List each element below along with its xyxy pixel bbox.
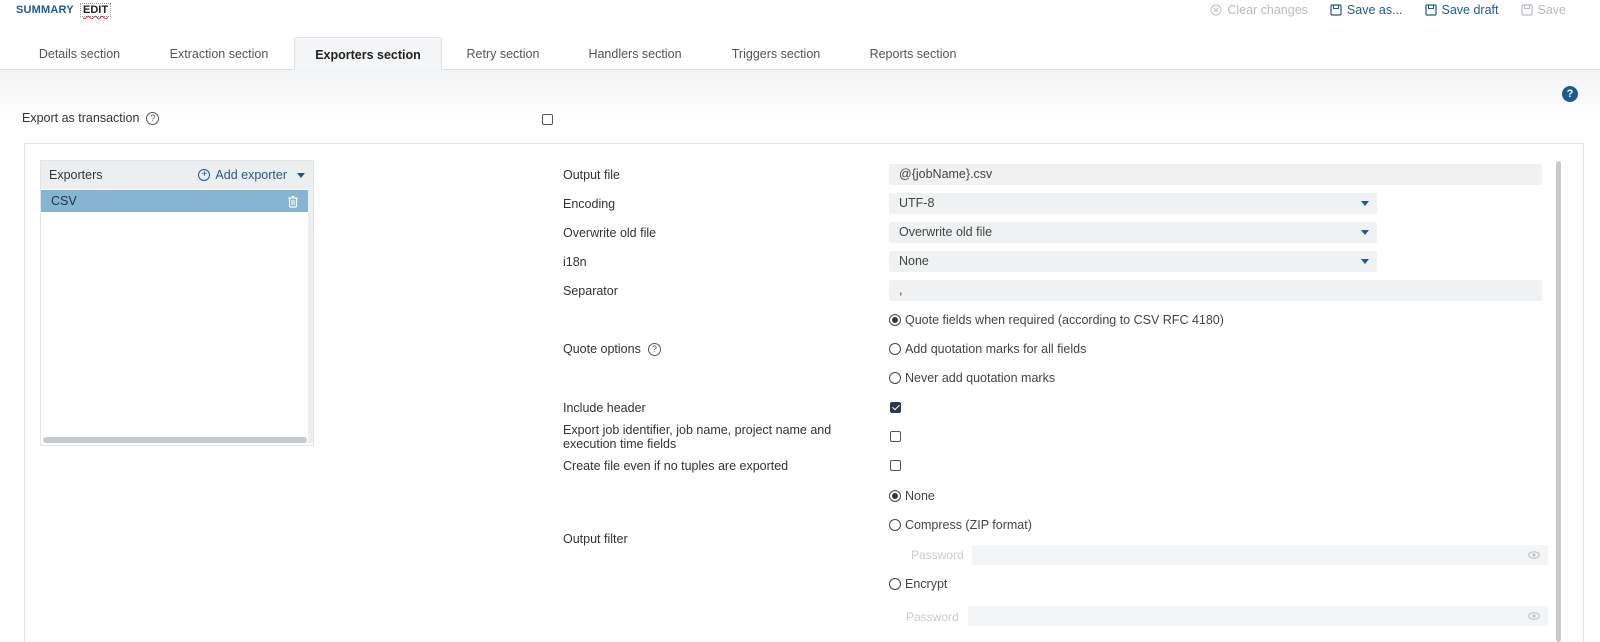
exporter-item-csv[interactable]: CSV — [41, 190, 309, 212]
i18n-select[interactable]: None — [889, 251, 1377, 272]
question-icon[interactable]: ? — [647, 342, 661, 356]
quote-option-never[interactable]: Never add quotation marks — [889, 371, 1055, 385]
section-tabs: Details section Extraction section Expor… — [0, 37, 1600, 71]
encoding-label: Encoding — [563, 197, 616, 211]
summary-mode-link[interactable]: SUMMARY — [16, 4, 74, 16]
radio-selected-icon — [889, 314, 901, 326]
help-icon[interactable]: ? — [1562, 86, 1578, 102]
quote-option-label: Never add quotation marks — [905, 371, 1056, 385]
separator-input[interactable]: , — [889, 280, 1542, 301]
export-as-transaction-label: Export as transaction — [22, 111, 140, 125]
quote-options-label: Quote options — [563, 342, 641, 356]
output-filter-compress[interactable]: Compress (ZIP format) — [889, 518, 1032, 532]
save-as-label: Save as... — [1346, 3, 1403, 17]
quote-options-label-row: Quote options ? — [563, 342, 661, 356]
separator-label: Separator — [563, 284, 618, 298]
output-filter-option-label: None — [905, 489, 935, 503]
i18n-label: i18n — [563, 255, 587, 269]
export-as-transaction-checkbox[interactable] — [542, 114, 553, 125]
save-draft-icon — [1424, 4, 1437, 16]
quote-option-all-fields[interactable]: Add quotation marks for all fields — [889, 342, 1086, 356]
exporters-title: Exporters — [49, 168, 103, 182]
tab-triggers[interactable]: Triggers section — [716, 37, 836, 70]
include-header-label: Include header — [563, 401, 646, 415]
encrypt-password-input[interactable] — [968, 606, 1548, 626]
compress-password-input[interactable] — [972, 545, 1548, 565]
i18n-value: None — [899, 254, 929, 268]
clear-changes-button[interactable]: Clear changes — [1210, 3, 1308, 17]
output-filter-encrypt[interactable]: Encrypt — [889, 577, 947, 591]
question-icon[interactable]: ? — [146, 111, 160, 125]
export-job-fields-label: Export job identifier, job name, project… — [563, 423, 832, 451]
panel-vertical-scrollbar[interactable] — [1556, 161, 1561, 642]
chevron-down-icon — [1361, 230, 1369, 235]
encoding-value: UTF-8 — [899, 196, 935, 210]
content-header-background — [0, 70, 1600, 120]
compress-password-label: Password — [911, 548, 964, 562]
exporters-list-horizontal-scrollbar[interactable] — [43, 437, 307, 443]
chevron-down-icon — [297, 172, 305, 178]
add-circle-icon: + — [198, 169, 211, 181]
edit-mode-link[interactable]: EDIT — [80, 3, 112, 17]
radio-icon — [889, 343, 901, 355]
trash-icon[interactable] — [287, 195, 299, 208]
output-filter-none[interactable]: None — [889, 489, 935, 503]
chevron-down-icon — [1361, 201, 1369, 206]
quote-option-when-required[interactable]: Quote fields when required (according to… — [889, 313, 1224, 327]
output-filter-option-label: Encrypt — [905, 577, 948, 591]
save-draft-button[interactable]: Save draft — [1424, 3, 1499, 17]
add-exporter-button[interactable]: + Add exporter — [198, 168, 305, 182]
overwrite-value: Overwrite old file — [899, 225, 993, 239]
encoding-select[interactable]: UTF-8 — [889, 193, 1377, 214]
exporters-list-header: Exporters + Add exporter — [41, 161, 313, 189]
tab-exporters[interactable]: Exporters section — [294, 37, 442, 71]
tab-handlers[interactable]: Handlers section — [575, 37, 695, 70]
quote-option-label: Quote fields when required (according to… — [905, 313, 1224, 327]
export-job-fields-checkbox[interactable] — [890, 431, 901, 442]
tab-details[interactable]: Details section — [22, 37, 137, 70]
exporters-list: Exporters + Add exporter CSV — [40, 160, 314, 446]
clear-changes-label: Clear changes — [1227, 3, 1308, 17]
add-exporter-label: Add exporter — [215, 168, 287, 182]
tab-extraction[interactable]: Extraction section — [155, 37, 283, 70]
clear-icon — [1210, 4, 1222, 16]
chevron-down-icon — [1361, 259, 1369, 264]
top-bar: SUMMARY EDIT Clear changes Save as... Sa… — [0, 0, 1600, 22]
export-as-transaction-row: Export as transaction ? — [22, 111, 160, 125]
output-file-label: Output file — [563, 168, 620, 182]
radio-icon — [889, 578, 901, 590]
tab-reports[interactable]: Reports section — [858, 37, 968, 70]
save-draft-label: Save draft — [1441, 3, 1499, 17]
save-label: Save — [1537, 3, 1567, 17]
exporter-item-label: CSV — [51, 194, 77, 208]
tab-retry[interactable]: Retry section — [456, 37, 550, 70]
eye-icon[interactable] — [1528, 551, 1540, 559]
overwrite-select[interactable]: Overwrite old file — [889, 222, 1377, 243]
output-filter-label: Output filter — [563, 532, 628, 546]
quote-option-label: Add quotation marks for all fields — [905, 342, 1087, 356]
radio-icon — [889, 372, 901, 384]
include-header-checkbox[interactable] — [890, 402, 901, 413]
radio-icon — [889, 519, 901, 531]
save-button[interactable]: Save — [1520, 3, 1567, 17]
save-as-button[interactable]: Save as... — [1330, 3, 1403, 17]
output-file-input[interactable]: @{jobName}.csv — [889, 164, 1542, 185]
radio-selected-icon — [889, 490, 901, 502]
exporters-list-vertical-scrollbar[interactable] — [308, 190, 313, 443]
eye-icon[interactable] — [1528, 612, 1540, 620]
save-icon — [1520, 4, 1533, 16]
create-file-empty-checkbox[interactable] — [890, 460, 901, 471]
output-filter-option-label: Compress (ZIP format) — [905, 518, 1032, 532]
overwrite-label: Overwrite old file — [563, 226, 657, 240]
encrypt-password-label: Password — [906, 610, 959, 624]
toolbar-actions: Clear changes Save as... Save draft Save — [1210, 3, 1566, 17]
save-as-icon — [1330, 4, 1342, 16]
create-file-empty-label: Create file even if no tuples are export… — [563, 459, 789, 473]
